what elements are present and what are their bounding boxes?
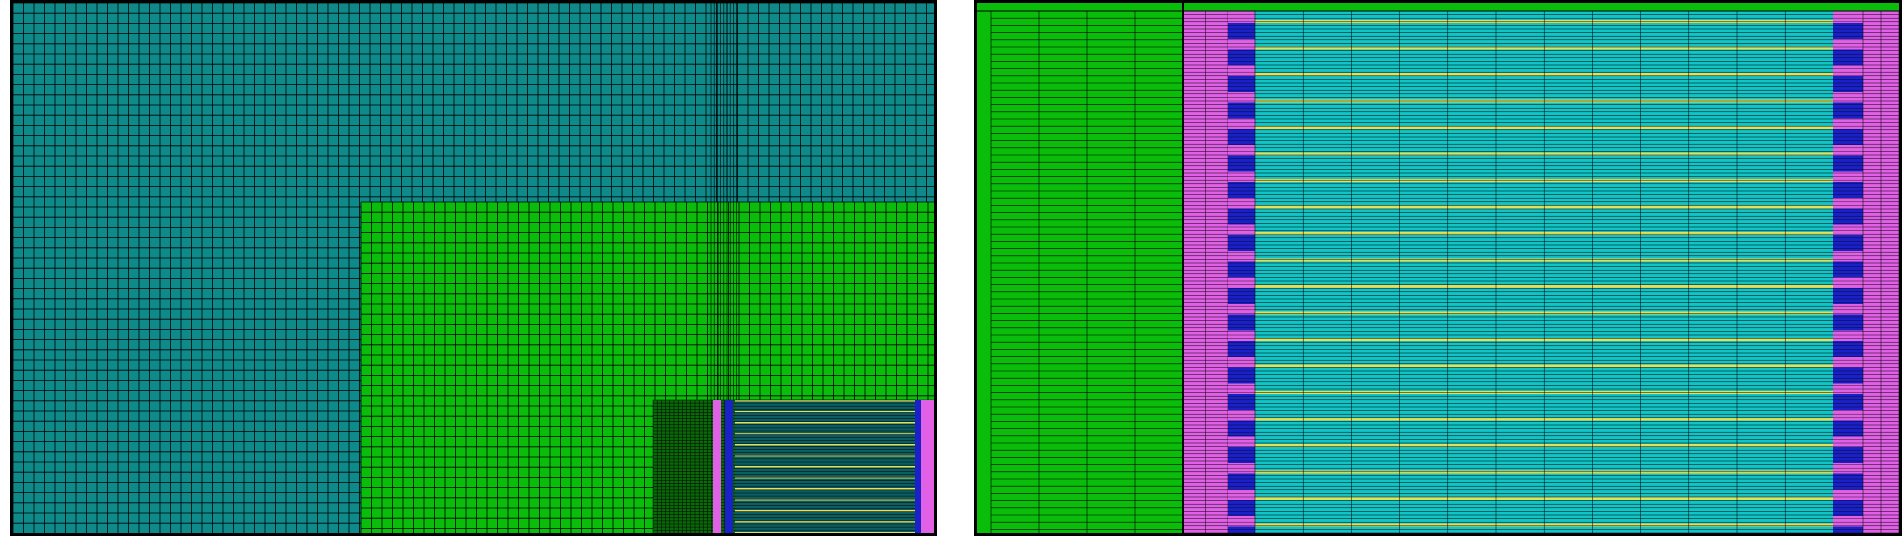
mesh-overview-svg	[13, 3, 934, 533]
blue-block-right	[1833, 447, 1863, 463]
blue-block-right	[1833, 341, 1863, 357]
core-yellow-stripe	[735, 521, 915, 523]
blue-block-right	[1833, 76, 1863, 92]
core-yellow-stripe	[735, 510, 915, 512]
mesh-detail-panel	[974, 0, 1902, 536]
blue-block-right	[1833, 155, 1863, 172]
blue-block-left	[1228, 182, 1255, 198]
blue-block-right	[1833, 261, 1863, 278]
blue-block-left	[1228, 155, 1255, 172]
blue-block-right	[1833, 182, 1863, 198]
blue-block-left	[1228, 473, 1255, 490]
blue-block-right	[1833, 102, 1863, 119]
blue-block-left	[1228, 526, 1255, 533]
blue-block-left	[1228, 341, 1255, 357]
mesh-overview-panel	[10, 0, 937, 536]
core-yellow-stripe	[735, 532, 915, 533]
blue-block-right	[1833, 49, 1863, 66]
blue-block-left	[1228, 447, 1255, 463]
blue-block-right	[1833, 288, 1863, 304]
blue-block-left	[1228, 76, 1255, 92]
core-yellow-stripe	[735, 488, 915, 490]
blue-block-left	[1228, 367, 1255, 384]
blue-block-left	[1228, 288, 1255, 304]
core-pink-strip-right	[921, 400, 934, 533]
core-blue-strip-left	[725, 400, 733, 533]
blue-block-right	[1833, 473, 1863, 490]
core-yellow-stripe	[735, 444, 915, 446]
core-blue-strip-right	[915, 400, 921, 533]
core-yellow-stripe	[735, 422, 915, 424]
blue-block-right	[1833, 208, 1863, 225]
mesh-detail-svg	[977, 3, 1899, 533]
blue-block-left	[1228, 208, 1255, 225]
blue-block-right	[1833, 367, 1863, 384]
blue-block-left	[1228, 49, 1255, 66]
blue-block-right	[1833, 526, 1863, 533]
blue-block-left	[1228, 102, 1255, 119]
blue-block-left	[1228, 261, 1255, 278]
core-pink-strip-left	[713, 400, 721, 533]
top-band	[977, 3, 1899, 11]
core-yellow-stripe	[735, 466, 915, 468]
